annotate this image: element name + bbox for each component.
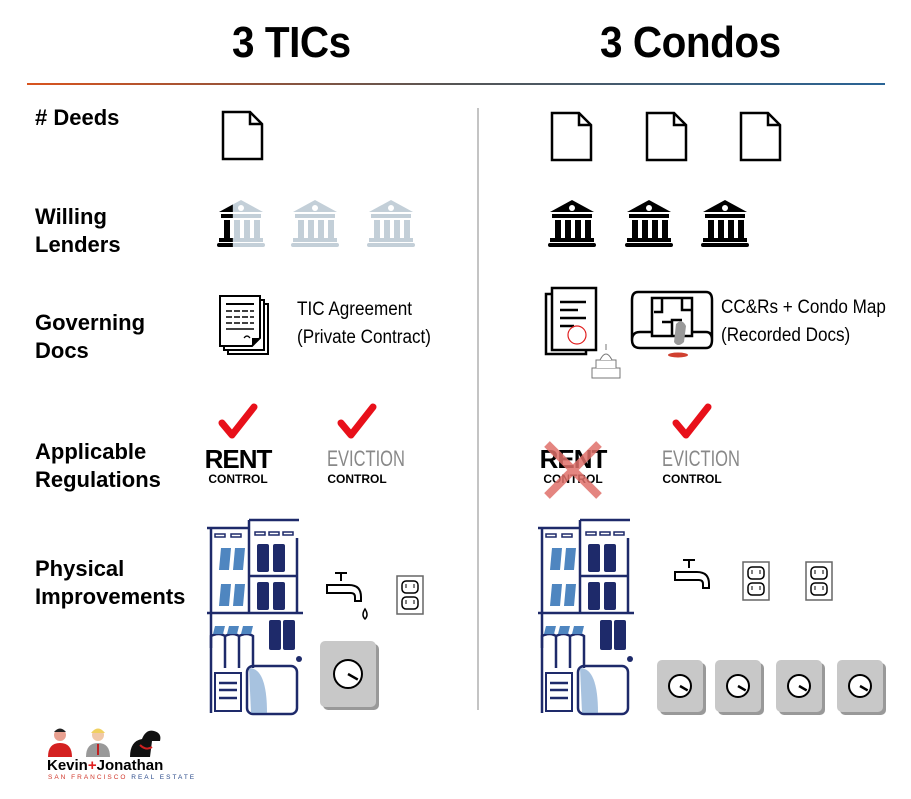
electrical-outlet-icon — [742, 561, 770, 601]
condo-eviction-control: EVICTION CONTROL — [652, 446, 740, 486]
row-label-governing-docs: Governing Docs — [35, 310, 146, 363]
lender-icon — [701, 200, 749, 247]
checkmark-icon — [672, 403, 712, 439]
utility-meter-icon — [776, 660, 825, 715]
water-heater-faucet-icon — [674, 559, 710, 589]
logo-people-icon — [48, 728, 161, 757]
regulation-title: EVICTION — [662, 446, 740, 471]
cross-out-icon — [544, 441, 602, 499]
row-label-lenders: Willing Lenders — [35, 204, 121, 257]
tic-column-title: 3 TICs — [232, 18, 351, 67]
checkmark-icon — [337, 403, 377, 439]
lender-icon — [548, 200, 596, 247]
header-divider — [27, 83, 885, 85]
row-label-deeds: # Deeds — [35, 105, 120, 130]
utility-meter-icon — [320, 641, 379, 710]
private-contract-icon — [219, 295, 269, 355]
deed-icon — [550, 111, 593, 162]
lender-partial-icon — [217, 200, 265, 247]
tic-eviction-control: EVICTION CONTROL — [317, 446, 405, 486]
condo-building-illustration — [538, 518, 634, 716]
deed-icon — [645, 111, 688, 162]
lender-inactive-icon — [291, 200, 339, 247]
checkmark-icon — [218, 403, 258, 439]
regulation-title: EVICTION — [327, 446, 405, 471]
row-label-physical: Physical Improvements — [35, 556, 186, 609]
lender-inactive-icon — [367, 200, 415, 247]
tic-rent-control: RENT CONTROL — [198, 446, 278, 486]
deed-icon — [739, 111, 782, 162]
water-heater-faucet-icon — [326, 572, 368, 621]
logo-name: Kevin+Jonathan — [47, 757, 164, 774]
lender-icon — [625, 200, 673, 247]
row-label-regulations: Applicable Regulations — [35, 439, 161, 492]
tic-building-illustration — [207, 518, 303, 716]
logo-tagline: SAN FRANCISCO REAL ESTATE — [48, 774, 197, 781]
electrical-outlet-icon — [396, 575, 424, 615]
utility-meter-icon — [715, 660, 764, 715]
recorded-document-icon — [544, 286, 621, 379]
regulation-title: RENT — [204, 444, 273, 474]
utility-meter-icon — [837, 660, 886, 715]
regulation-subtitle: CONTROL — [208, 472, 268, 486]
condo-governing-doc-text: CC&Rs + Condo Map (Recorded Docs) — [721, 297, 886, 346]
regulation-subtitle: CONTROL — [327, 472, 387, 486]
regulation-subtitle: CONTROL — [662, 472, 722, 486]
deed-icon — [221, 110, 264, 161]
utility-meter-icon — [657, 660, 706, 715]
electrical-outlet-icon — [805, 561, 833, 601]
condo-map-icon — [630, 290, 714, 358]
condo-column-title: 3 Condos — [600, 18, 781, 67]
tic-governing-doc-text: TIC Agreement (Private Contract) — [297, 299, 431, 348]
column-divider — [477, 108, 479, 710]
